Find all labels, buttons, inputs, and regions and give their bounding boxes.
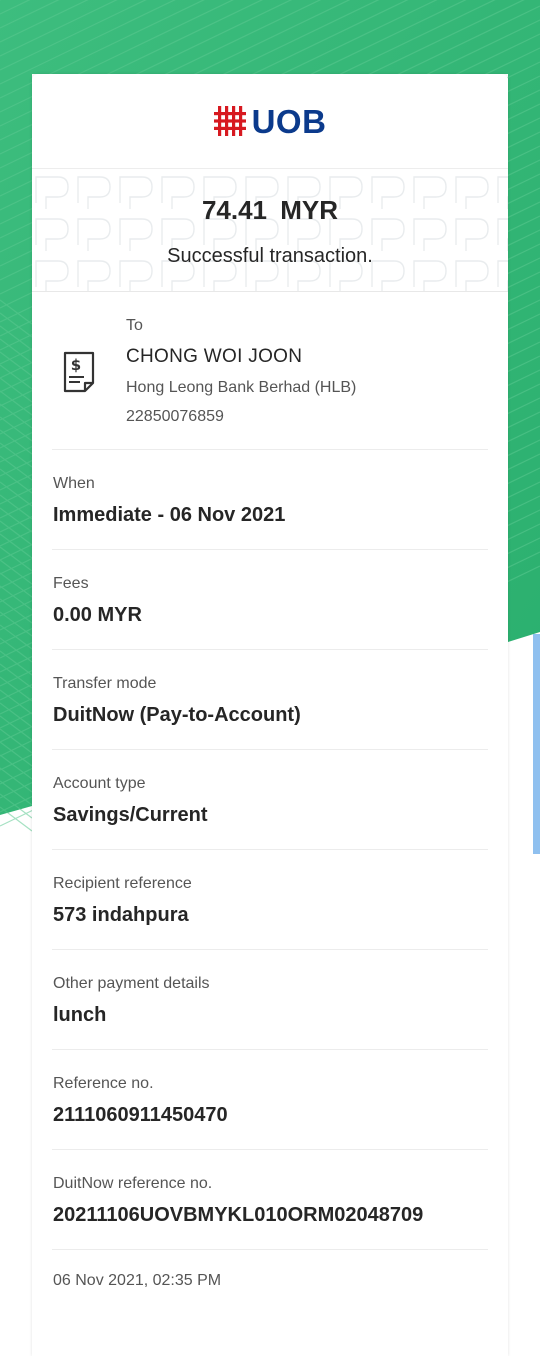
detail-value: 573 indahpura (53, 904, 189, 926)
detail-label: Reference no. (53, 1075, 154, 1092)
receipt-dollar-icon: $ (63, 351, 95, 393)
detail-value: 2111060911450470 (53, 1104, 228, 1126)
detail-row-reference-no: Reference no. 2111060911450470 (52, 1050, 488, 1150)
recipient-name: CHONG WOI JOON (126, 346, 303, 367)
uob-logo: UOB (213, 102, 327, 140)
amount-banner: 74.41 MYR Successful transaction. (32, 169, 508, 292)
detail-row-duitnow-reference-no: DuitNow reference no. 20211106UOVBMYKL01… (52, 1150, 488, 1250)
transaction-status: Successful transaction. (167, 245, 373, 267)
detail-row-account-type: Account type Savings/Current (52, 750, 488, 850)
logo-header: UOB (32, 74, 508, 169)
recipient-bank: Hong Leong Bank Berhad (HLB) (126, 379, 357, 396)
pattern-background (35, 176, 508, 291)
detail-label: Transfer mode (53, 675, 157, 692)
detail-value: DuitNow (Pay-to-Account) (53, 704, 301, 726)
detail-value: 20211106UOVBMYKL010ORM02048709 (53, 1204, 424, 1226)
detail-row-other-payment-details: Other payment details lunch (52, 950, 488, 1050)
transaction-timestamp: 06 Nov 2021, 02:35 PM (53, 1272, 222, 1289)
detail-value: Immediate - 06 Nov 2021 (53, 504, 286, 526)
recipient-section: $ To CHONG WOI JOON Hong Leong Bank Berh… (52, 292, 488, 450)
detail-row-fees: Fees 0.00 MYR (52, 550, 488, 650)
scrollbar[interactable] (533, 634, 540, 854)
detail-label: Account type (53, 775, 146, 792)
detail-row-when: When Immediate - 06 Nov 2021 (52, 450, 488, 550)
detail-label: Other payment details (53, 975, 210, 992)
detail-row-recipient-reference: Recipient reference 573 indahpura (52, 850, 488, 950)
transaction-amount: 74.41 MYR (201, 195, 339, 225)
detail-label: Fees (53, 575, 89, 592)
uob-logo-mark-icon (213, 106, 246, 136)
recipient-account: 22850076859 (126, 408, 224, 425)
detail-label: When (53, 475, 95, 492)
logo-text: UOB (251, 102, 327, 140)
receipt-card: UOB 74.41 MYR Successful transaction. $ … (32, 74, 508, 1356)
detail-value: Savings/Current (53, 804, 208, 826)
detail-label: DuitNow reference no. (53, 1175, 213, 1192)
svg-text:$: $ (71, 356, 81, 374)
recipient-label: To (126, 317, 143, 334)
detail-row-transfer-mode: Transfer mode DuitNow (Pay-to-Account) (52, 650, 488, 750)
detail-value: 0.00 MYR (53, 604, 142, 626)
detail-label: Recipient reference (53, 875, 192, 892)
detail-value: lunch (53, 1004, 107, 1026)
